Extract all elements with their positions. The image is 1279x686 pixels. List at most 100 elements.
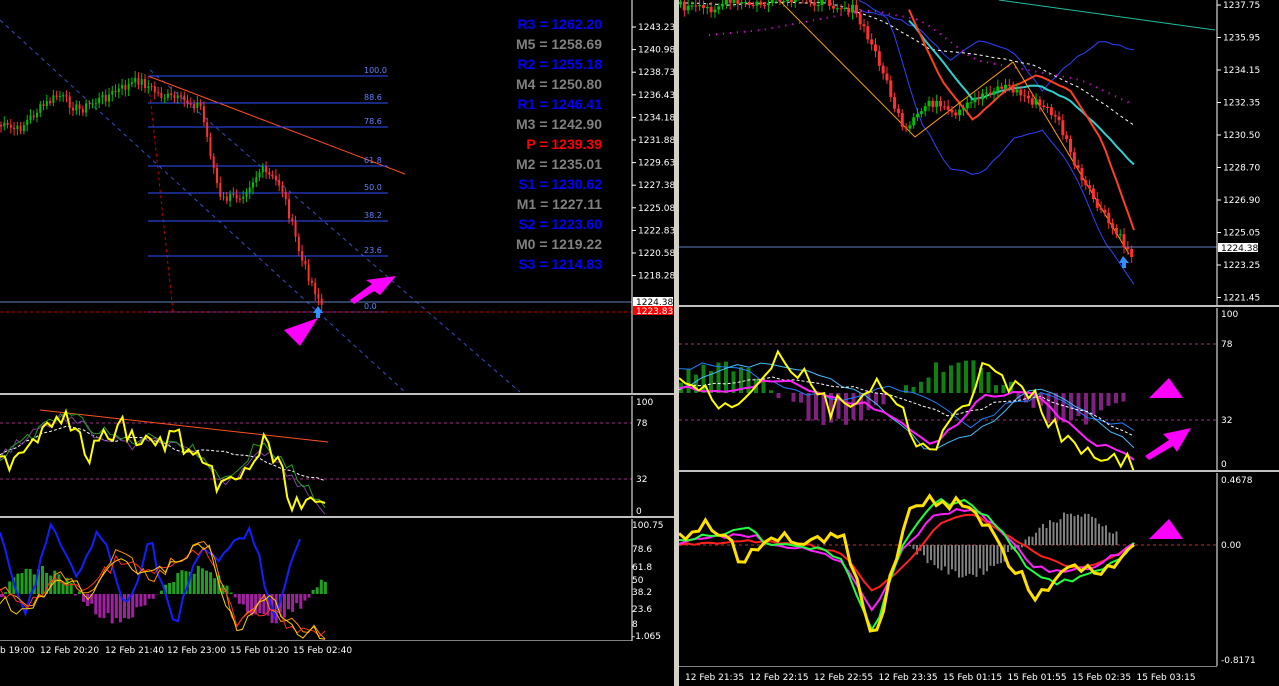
- histogram-bar: [949, 365, 953, 393]
- osc-tick-label: 78: [636, 419, 648, 429]
- candle: [94, 103, 97, 105]
- osc-tick-label: 0.00: [1221, 541, 1241, 551]
- candle: [927, 100, 931, 107]
- candle: [284, 191, 287, 200]
- left-oscillator-1[interactable]: 10078320: [0, 396, 674, 517]
- histogram-bar: [172, 581, 176, 594]
- candle: [134, 77, 137, 83]
- candle: [1103, 209, 1107, 213]
- candle: [1046, 107, 1050, 109]
- histogram-bar: [311, 589, 315, 594]
- candle: [229, 193, 232, 201]
- candle: [189, 103, 192, 105]
- candle: [988, 92, 992, 95]
- histogram-bar: [1024, 539, 1027, 545]
- histogram-bar: [1094, 518, 1097, 545]
- candle: [199, 102, 202, 107]
- time-tick-label: 15 Feb 01:55: [1008, 673, 1067, 683]
- candle: [202, 106, 205, 123]
- candle: [912, 117, 916, 126]
- candle: [304, 260, 307, 265]
- histogram-bar: [258, 594, 262, 614]
- candle: [923, 106, 927, 112]
- candle: [900, 113, 904, 127]
- candle: [763, 4, 767, 6]
- candle: [307, 264, 310, 281]
- candle: [870, 39, 874, 45]
- candle: [690, 5, 694, 7]
- histogram-bar: [1059, 519, 1062, 545]
- candle: [183, 95, 186, 101]
- histogram-bar: [4, 592, 8, 594]
- magenta-arrow-icon: [284, 318, 318, 346]
- candle: [866, 26, 870, 40]
- candle: [916, 114, 920, 118]
- left-oscillator-2[interactable]: 100.7578.661.85038.223.68-1.065: [0, 519, 674, 641]
- candle: [740, 2, 744, 4]
- osc-tick-label: 38.2: [632, 588, 652, 598]
- magenta-arrow-icon: [1149, 519, 1183, 539]
- histogram-bar: [919, 381, 923, 393]
- candle: [42, 104, 45, 107]
- histogram-bar: [319, 579, 323, 594]
- histogram-bar: [1115, 531, 1118, 545]
- candle: [828, 0, 832, 6]
- candle: [747, 1, 751, 5]
- osc-tick-label: 0.4678: [1221, 476, 1253, 486]
- candle: [252, 182, 254, 188]
- histogram-bar: [1084, 393, 1088, 425]
- candle: [153, 86, 156, 93]
- pivot-level: M2 = 1235.01: [515, 156, 602, 172]
- price-tick-label: 1237.75: [1223, 1, 1260, 11]
- price-tick-label: 1231.88: [638, 136, 674, 146]
- osc-tick-label: 78: [1221, 340, 1233, 350]
- histogram-bar: [20, 573, 24, 594]
- right-price-pane[interactable]: 1237.75 1235.95 1234.15 1232.35 1230.50 1228.…: [679, 0, 1279, 306]
- right-oscillator-2[interactable]: 0.4678 0.00 -0.8171: [679, 473, 1279, 666]
- histogram-bar: [881, 393, 886, 405]
- histogram-bar: [769, 390, 773, 393]
- time-tick-label: 12 Feb 23:35: [879, 673, 938, 683]
- candle: [778, 0, 782, 2]
- candle: [782, 1, 786, 3]
- candle: [114, 90, 117, 93]
- candle: [724, 0, 728, 5]
- histogram-bar: [110, 594, 114, 624]
- price-tick-label: 1226.90: [1223, 196, 1260, 206]
- histogram-bar: [1001, 385, 1006, 393]
- histogram-bar: [287, 594, 290, 610]
- candle: [1095, 199, 1099, 208]
- histogram-bar: [1091, 516, 1093, 545]
- histogram-bar: [192, 573, 196, 594]
- right-chart-window[interactable]: 1237.75 1235.95 1234.15 1232.35 1230.50 1228.…: [679, 0, 1279, 686]
- candle: [954, 112, 958, 116]
- red-vertical-dashed: [147, 75, 174, 313]
- pivot-level: S2 = 1223.60: [518, 216, 602, 232]
- candle: [992, 91, 996, 95]
- candle: [939, 101, 942, 107]
- candle: [1076, 165, 1080, 169]
- candle: [26, 120, 29, 126]
- histogram-bar: [1106, 393, 1111, 406]
- histogram-bar: [958, 545, 960, 578]
- fib-level-label: 38.2: [364, 211, 382, 220]
- candle: [896, 108, 900, 114]
- right-oscillator-1[interactable]: 100 78 32 0: [679, 308, 1279, 470]
- candle: [219, 183, 222, 197]
- candle: [942, 106, 946, 108]
- candle: [889, 80, 893, 98]
- candle: [709, 6, 713, 13]
- histogram-bar: [1049, 520, 1051, 545]
- candle: [881, 65, 885, 74]
- histogram-bar: [123, 594, 126, 619]
- histogram-bar: [926, 545, 929, 564]
- candle: [45, 100, 48, 107]
- pivot-level: M1 = 1227.11: [516, 196, 602, 212]
- candle: [786, 0, 790, 2]
- candle: [111, 90, 114, 95]
- candle: [255, 177, 258, 183]
- candle: [686, 5, 690, 11]
- osc-tick-label: 100: [1221, 310, 1238, 320]
- left-chart-window[interactable]: 100.0 88.6 78.6 61.8 50.0 38.2 23.6 0.0 1243.23…: [0, 0, 674, 662]
- candle: [81, 109, 84, 113]
